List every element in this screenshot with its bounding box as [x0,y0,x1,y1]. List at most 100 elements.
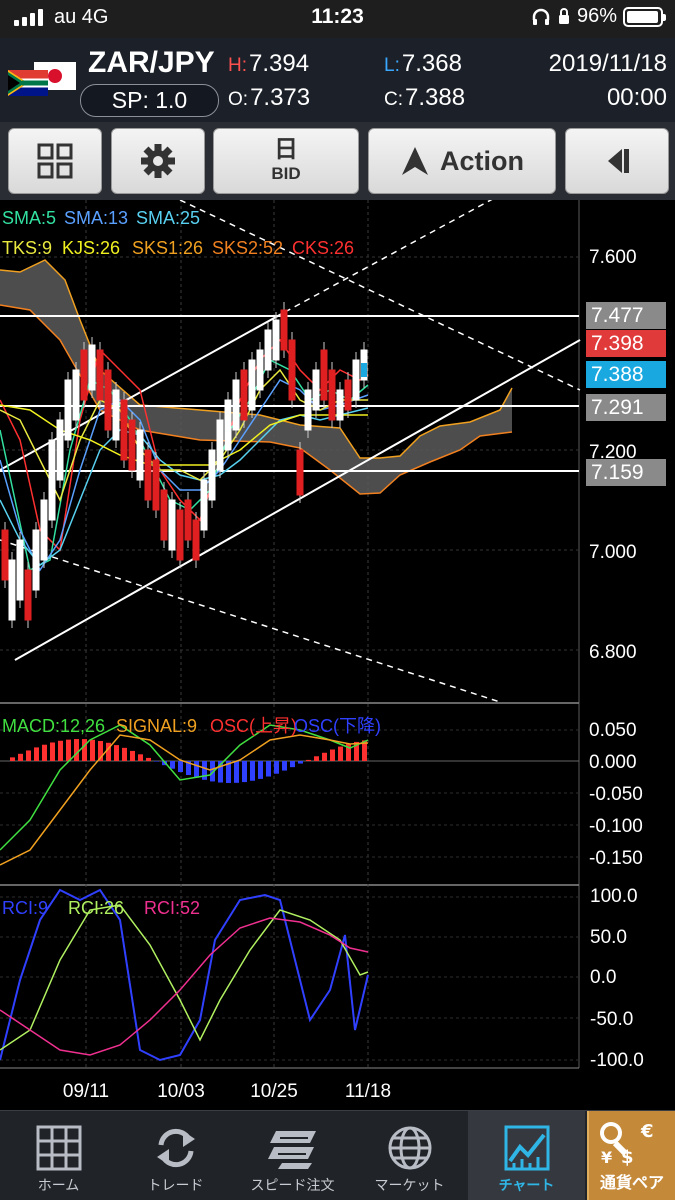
tab-chart[interactable]: チャート [468,1111,585,1200]
zar-jpy-flag-icon [8,62,76,96]
macd-histogram-bar [258,761,263,779]
macd-histogram-bar [322,752,327,761]
candlestick [168,499,176,551]
x-axis-date-label: 10/25 [250,1081,298,1102]
macd-histogram-bar [202,761,207,780]
action-button[interactable]: Action [368,128,556,194]
timeframe-label: 日 [274,136,298,163]
chart-canvas[interactable]: SMA:5 SMA:13 SMA:25 TKS:9 KJS:26 SKS1:26 SKS2:… [0,200,675,1108]
quote-header: ZAR/JPY SP: 1.0 H:7.394 O:7.373 L:7.368 … [0,38,675,122]
candlestick [112,389,120,441]
macd-histogram-bar [194,761,199,778]
candlestick [272,319,280,361]
candlestick [160,489,168,541]
close-label: C: [384,89,403,110]
macd-axis-label: 0.050 [589,720,637,741]
macd-axis-label: -0.050 [589,784,643,805]
tab-market[interactable]: マーケット [351,1111,468,1200]
rci-legend-item: RCI:26 [68,898,124,918]
x-axis-date-label: 09/11 [63,1081,109,1102]
macd-histogram-bar [10,757,15,761]
candlestick [120,399,128,461]
x-axis-date-label: 11/18 [345,1081,391,1102]
low-price: L:7.368 [384,50,462,78]
candlestick [56,419,64,481]
price-tag-middle: 7.291 [586,394,666,421]
tab-home-label: ホーム [37,1177,80,1193]
macd-legend-item: SIGNAL:9 [116,716,197,736]
macd-legend-item: OSC(上昇) [210,716,297,736]
action-up-arrow-icon [402,147,428,175]
open-label: O: [228,89,249,110]
svg-text:¥: ¥ [601,1148,612,1167]
candlestick [8,559,16,621]
macd-histogram-bar [130,750,135,761]
candlestick [1,529,9,581]
price-axis-label: 6.800 [589,642,637,663]
timeframe-button[interactable]: 日 BID [213,128,359,194]
candlestick [320,349,328,401]
candlestick [352,359,360,401]
tab-currency-pair-label: 通貨ペア [599,1175,664,1192]
candlestick [40,499,48,561]
layout-button[interactable] [8,128,102,194]
candlestick [264,329,272,371]
candlestick [304,389,312,431]
macd-histogram-bar [314,756,319,761]
tab-speed-order-label: スピード注文 [250,1177,335,1193]
macd-histogram-bar [50,742,55,761]
macd-histogram-bar [338,746,343,761]
ichimoku-legend-item: SKS2:52 [212,238,283,258]
macd-histogram-bar [234,761,239,783]
candlestick [312,369,320,411]
candlestick [32,529,40,591]
candlestick [24,569,32,621]
close-value: 7.388 [405,84,466,111]
rci-axis-label: -100.0 [590,1050,644,1071]
price-type-label: BID [271,164,301,183]
tab-market-label: マーケット [374,1177,445,1193]
macd-signal-line [0,734,369,866]
macd-legend-item: MACD:12,26 [2,716,105,736]
macd-histogram-bar [90,739,95,761]
headphones-icon [532,8,550,25]
macd-histogram-bar [146,757,151,761]
rci-legend-item: RCI:9 [2,898,48,918]
orientation-lock-icon [558,7,569,24]
macd-histogram-bar [34,747,39,761]
currency-pair-title[interactable]: ZAR/JPY [88,46,215,80]
candlestick [72,369,80,421]
tab-speed-order[interactable]: スピード注文 [234,1111,351,1200]
lower-dashed-line [0,539,501,703]
rci-52-line [0,917,369,1056]
tab-trade-label: トレード [147,1177,204,1193]
sma-legend-item: SMA:13 [64,208,128,228]
macd-histogram-bar [58,740,63,761]
low-value: 7.368 [401,50,462,77]
currency-pair-icon: € $ ¥ [600,1121,654,1168]
chart-toolbar: 日 BID Action [0,122,675,200]
macd-line [0,724,369,851]
spread-badge: SP: 1.0 [80,84,219,117]
ichimoku-legend-item: SKS1:26 [132,238,203,258]
settings-button[interactable] [111,128,205,194]
current-candlestick [361,363,367,377]
macd-histogram-bar [178,761,183,773]
tab-home[interactable]: ホーム [0,1111,117,1200]
candlestick [256,349,264,391]
price-chart[interactable]: SMA:5 SMA:13 SMA:25 TKS:9 KJS:26 SKS1:26 SKS2:… [0,200,675,1108]
home-grid-icon [36,1125,81,1171]
tab-trade[interactable]: トレード [117,1111,234,1200]
macd-axis-label: 0.000 [589,752,637,773]
candlestick [200,479,208,531]
quote-time: 00:00 [606,84,667,111]
high-value: 7.394 [249,50,310,77]
macd-histogram-bar [290,761,295,768]
rci-axis-label: 100.0 [590,886,638,907]
open-price: O:7.373 [228,84,310,112]
tab-currency-pair[interactable]: € $ ¥ 通貨ペア [587,1111,675,1200]
grid-layout-icon [37,143,73,179]
scroll-to-latest-button[interactable] [565,128,669,194]
candlestick [64,379,72,441]
action-label: Action [440,145,524,176]
